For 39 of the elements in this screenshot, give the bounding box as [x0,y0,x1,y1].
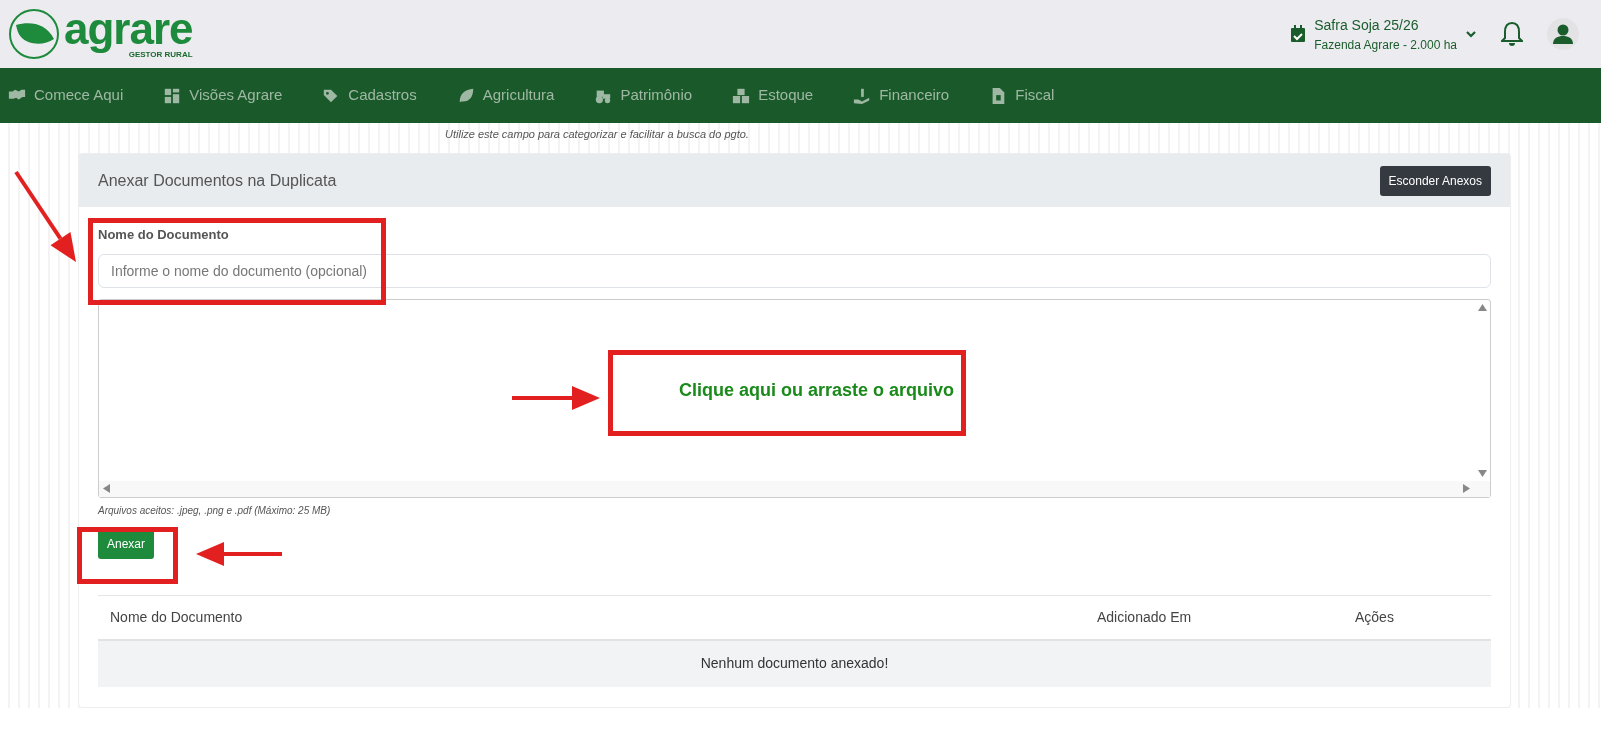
scroll-left-icon[interactable] [103,484,110,493]
calendar-check-icon [1290,25,1307,43]
drop-zone-text: Clique aqui ou arraste o arquivo [678,378,955,402]
bell-icon[interactable] [1501,21,1523,47]
field-label: Nome do Documento [98,226,230,244]
season-title: Safra Soja 25/26 [1314,15,1420,35]
column-header: Adicionado Em [1096,607,1193,627]
hand-money-icon [853,86,872,105]
leaf-logo-icon [8,8,60,60]
nav-link[interactable]: Estoque [732,84,814,107]
nav-link[interactable]: Cadastros [322,84,417,107]
season-selector[interactable]: Safra Soja 25/26 Fazenda Agrare - 2.000 ha [1290,14,1477,54]
hide-attachments-button[interactable]: Esconder Anexos [1379,165,1491,196]
nav-link[interactable]: Comece Aqui [8,84,124,107]
nav-link[interactable]: Patrimônio [594,84,693,107]
empty-table-message: Nenhum documento anexado! [700,654,889,673]
logo-tagline: GESTOR RURAL [128,50,193,59]
chevron-down-icon [1465,30,1477,38]
arrow-icon [14,170,76,262]
nav-link[interactable]: Agricultura [456,84,555,107]
document-name-field[interactable]: Informe o nome do documento (opcional) [98,253,1491,288]
nav-link[interactable]: Financeiro [853,84,950,107]
boxes-icon [732,86,751,105]
grid-icon [163,86,182,105]
column-header: Nome do Documento [109,607,244,627]
arrow-icon [512,386,600,410]
scroll-right-icon[interactable] [1463,484,1470,493]
nav-link[interactable]: Fiscal [989,84,1055,107]
arrow-icon [196,542,282,566]
column-header: Ações [1354,607,1395,627]
scroll-up-icon[interactable] [1477,303,1487,311]
field-help-text: Utilize este campo para categorizar e facilitar a busca do pgto. [445,128,749,140]
card-title: Anexar Documentos na Duplicata [98,170,337,191]
file-drop-zone[interactable]: Clique aqui ou arraste o arquivo [98,298,1491,498]
scroll-down-icon[interactable] [1477,469,1487,477]
nav-link[interactable]: Visões Agrare [163,84,283,107]
accepted-files-hint: Arquivos aceitos: .jpeg, .png e .pdf (Máximo: 25 MB) [98,503,332,518]
user-avatar-icon[interactable] [1547,18,1579,50]
farm-name: Fazenda Agrare - 2.000 ha [1314,36,1457,54]
